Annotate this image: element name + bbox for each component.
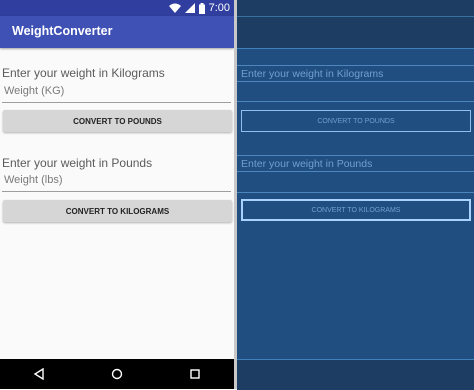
app-bar: WeightConverter xyxy=(0,16,234,48)
blueprint-guide xyxy=(237,155,474,156)
recents-button[interactable] xyxy=(175,359,215,389)
blueprint-guide xyxy=(237,192,474,193)
kg-label: Enter your weight in Kilograms xyxy=(2,66,165,80)
lbs-input-placeholder: Weight (lbs) xyxy=(4,174,63,186)
blueprint-nav-bar xyxy=(237,359,474,390)
design-preview: 7:00 WeightConverter Enter your weight i… xyxy=(0,0,234,389)
blueprint-convert-to-pounds[interactable]: CONVERT TO POUNDS xyxy=(241,110,471,132)
convert-to-kilograms-button[interactable]: CONVERT TO KILOGRAMS xyxy=(3,200,232,222)
app-title: WeightConverter xyxy=(12,24,113,38)
blueprint-guide xyxy=(237,101,474,102)
blueprint-lbs-label[interactable]: Enter your weight in Pounds xyxy=(241,158,372,170)
wifi-icon xyxy=(168,3,181,13)
status-time: 7:00 xyxy=(208,2,230,14)
blueprint-guide xyxy=(237,81,474,82)
home-icon xyxy=(111,368,123,380)
back-icon xyxy=(33,368,44,380)
kg-input-placeholder: Weight (KG) xyxy=(4,85,65,97)
blueprint-status-line xyxy=(237,16,474,17)
blueprint-app-bar xyxy=(237,0,474,49)
signal-icon xyxy=(184,3,195,13)
back-button[interactable] xyxy=(19,359,59,389)
recents-icon xyxy=(190,369,200,379)
lbs-input[interactable]: Weight (lbs) xyxy=(2,171,231,192)
blueprint-guide xyxy=(237,65,474,66)
blueprint-kg-label[interactable]: Enter your weight in Kilograms xyxy=(241,68,383,80)
navigation-bar xyxy=(0,359,234,389)
kg-input[interactable]: Weight (KG) xyxy=(2,82,231,103)
blueprint-guide xyxy=(237,171,474,172)
blueprint-preview: Enter your weight in Kilograms CONVERT T… xyxy=(237,0,474,390)
home-button[interactable] xyxy=(97,359,137,389)
battery-icon xyxy=(198,2,205,14)
lbs-label: Enter your weight in Pounds xyxy=(2,156,153,170)
status-bar: 7:00 xyxy=(0,0,234,16)
convert-to-pounds-button[interactable]: CONVERT TO POUNDS xyxy=(3,110,232,132)
blueprint-convert-to-kilograms[interactable]: CONVERT TO KILOGRAMS xyxy=(241,199,471,221)
